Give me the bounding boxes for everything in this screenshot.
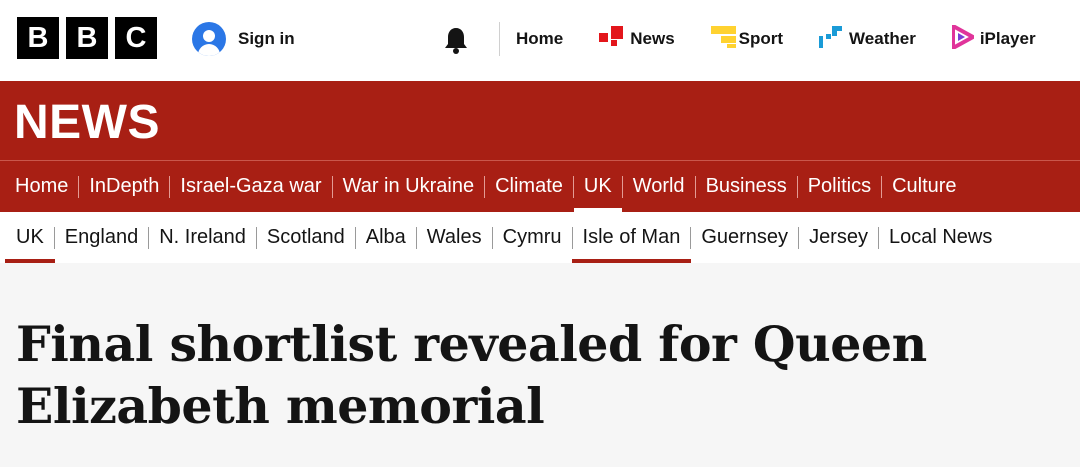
secondary-nav-item-alba[interactable]: Alba (366, 212, 406, 263)
secondary-nav-item-cymru[interactable]: Cymru (503, 212, 562, 263)
article-headline: Final shortlist revealed for Queen Eliza… (16, 315, 927, 435)
primary-nav-item-uk[interactable]: UK (573, 161, 622, 212)
sign-in-label: Sign in (238, 29, 295, 48)
weather-icon (819, 25, 843, 53)
primary-nav-item-politics[interactable]: Politics (808, 161, 871, 212)
nav-divider (796, 175, 798, 198)
primary-nav-item-israel-gaza-war[interactable]: Israel-Gaza war (180, 161, 321, 212)
uk-secondary-nav: UK England N. Ireland Scotland Alba Wales Cymr… (0, 212, 1080, 263)
bbc-logo-letter: B (17, 17, 59, 59)
nav-divider (331, 175, 333, 198)
top-nav-sport[interactable]: Sport (710, 24, 784, 54)
secondary-nav-item-uk[interactable]: UK (5, 212, 55, 263)
sign-in-link[interactable]: Sign in (192, 22, 295, 56)
nav-divider (877, 226, 879, 249)
nav-divider (798, 226, 800, 249)
bbc-top-nav: Home News Sport Weather iPlayer (516, 23, 1036, 54)
iplayer-icon (950, 23, 975, 54)
primary-nav-item-business[interactable]: Business (706, 161, 787, 212)
nav-divider (78, 175, 80, 198)
secondary-nav-item-wales[interactable]: Wales (427, 212, 482, 263)
nav-divider (881, 175, 883, 198)
top-nav-weather[interactable]: Weather (819, 24, 916, 54)
secondary-nav-item-guernsey[interactable]: Guernsey (701, 212, 788, 263)
top-nav-label: Sport (738, 29, 784, 48)
primary-nav-item-home[interactable]: Home (15, 161, 68, 212)
account-avatar-icon (192, 22, 226, 56)
primary-nav-item-culture[interactable]: Culture (892, 161, 956, 212)
notifications-bell-icon[interactable] (443, 26, 469, 54)
top-nav-home[interactable]: Home (516, 24, 563, 54)
top-nav-label: iPlayer (979, 29, 1036, 48)
secondary-nav-item-local-news[interactable]: Local News (889, 212, 992, 263)
nav-divider (694, 175, 696, 198)
top-nav-label: News (630, 29, 675, 48)
top-nav-label: Weather (849, 29, 916, 48)
top-nav-iplayer[interactable]: iPlayer (950, 23, 1036, 54)
bbc-logo[interactable]: B B C (17, 17, 157, 59)
masthead-divider (499, 22, 500, 56)
nav-divider (354, 226, 356, 249)
nav-divider (255, 226, 257, 249)
primary-nav-item-war-in-ukraine[interactable]: War in Ukraine (343, 161, 475, 212)
news-icon (599, 25, 624, 53)
top-nav-news[interactable]: News (599, 24, 675, 54)
bbc-masthead: B B C Sign in Home News Sport Weather iP… (0, 0, 1080, 81)
nav-divider (484, 175, 486, 198)
nav-divider (491, 226, 493, 249)
nav-divider (169, 175, 171, 198)
news-logo[interactable]: NEWS (14, 95, 160, 150)
primary-nav-item-climate[interactable]: Climate (495, 161, 563, 212)
secondary-nav-item-england[interactable]: England (65, 212, 138, 263)
secondary-nav-item-jersey[interactable]: Jersey (809, 212, 868, 263)
nav-divider (690, 226, 692, 249)
secondary-nav-item-n-ireland[interactable]: N. Ireland (159, 212, 246, 263)
secondary-nav-item-isle-of-man[interactable]: Isle of Man (571, 212, 692, 263)
news-banner: NEWS Home InDepth Israel-Gaza war War in Uk… (0, 81, 1080, 212)
nav-divider (148, 226, 150, 249)
nav-divider (415, 226, 417, 249)
bbc-logo-letter: B (66, 17, 108, 59)
primary-nav-item-indepth[interactable]: InDepth (89, 161, 159, 212)
top-nav-label: Home (516, 29, 564, 48)
nav-divider (53, 226, 55, 249)
nav-divider (572, 175, 574, 198)
news-primary-nav: Home InDepth Israel-Gaza war War in Ukraine… (0, 161, 957, 212)
secondary-nav-item-scotland[interactable]: Scotland (267, 212, 345, 263)
bbc-logo-letter: C (115, 17, 157, 59)
nav-divider (571, 226, 573, 249)
nav-divider (621, 175, 623, 198)
primary-nav-item-world[interactable]: World (633, 161, 685, 212)
sport-icon (710, 25, 736, 53)
